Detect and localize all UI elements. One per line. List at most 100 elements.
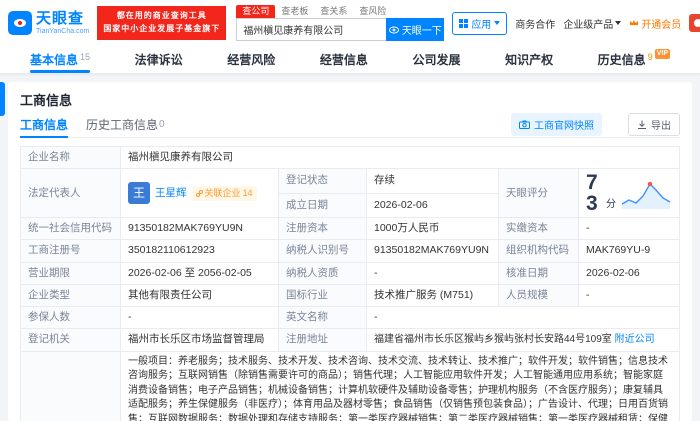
nearby-companies-link[interactable]: 附近公司 xyxy=(615,334,655,345)
link-icon xyxy=(195,189,203,197)
search-tabs: 查公司 查老板 查关系 查风险 xyxy=(236,5,444,18)
legal-rep-avatar[interactable]: 王 xyxy=(128,182,150,205)
table-row: 工商注册号 350182110612923 纳税人识别号 91350182MAK… xyxy=(20,239,680,263)
business-term-value: 2026-02-06 至 2056-02-05 xyxy=(128,266,252,279)
credit-code-label: 统一社会信用代码 xyxy=(20,217,121,241)
open-vip-link[interactable]: 开通会员 xyxy=(629,16,681,31)
company-section-nav: 基本信息 15 法律诉讼 经营风险 经营信息 公司发展 知识产权 历史信息 9 … xyxy=(0,46,700,74)
tianyancha-eye-icon xyxy=(8,11,32,35)
reg-capital-value: 1000万人民币 xyxy=(374,222,440,235)
table-row: 统一社会信用代码 91350182MAK769YU9N 注册资本 1000万人民… xyxy=(20,217,680,241)
tab-basic-info-count: 15 xyxy=(80,51,91,62)
table-row: 登记机关 福州市长乐区市场监督管理局 注册地址 福建省福州市长乐区猴屿乡猴屿张村… xyxy=(20,328,680,352)
tab-history-info[interactable]: 历史信息 9 VIP xyxy=(594,46,674,73)
business-cooperation-link[interactable]: 商务合作 xyxy=(515,16,555,31)
official-snapshot-label: 工商官网快照 xyxy=(534,121,594,132)
tab-history-business-registration-count: 0 xyxy=(159,119,165,130)
status-badge: 存续 xyxy=(374,174,395,187)
user-menu[interactable]: 香米 xyxy=(689,14,700,32)
business-scope-label: 经营范围 xyxy=(20,350,121,421)
export-label: 导出 xyxy=(651,121,671,132)
related-companies-label: 关联企业 xyxy=(204,187,241,198)
apps-button[interactable]: 应用 xyxy=(452,11,508,35)
camera-icon xyxy=(519,120,530,129)
tab-operation-info-label: 经营信息 xyxy=(319,53,368,67)
top-header: 天眼查 TianYanCha.com 都在用的商业查询工具 国家中小企业发展子基… xyxy=(0,0,700,46)
paid-capital-label: 实缴资本 xyxy=(498,217,579,241)
industry-value: 技术推广服务 (M751) xyxy=(374,288,474,301)
tianyan-score[interactable]: 73 分 xyxy=(586,172,672,214)
header-right: 应用 商务合作 企业级产品 开通会员 香米 xyxy=(452,11,700,35)
paid-capital-value: - xyxy=(586,222,590,235)
promo-banner-line1: 都在用的商业查询工具 xyxy=(116,11,207,21)
tab-history-business-registration[interactable]: 历史工商信息 0 xyxy=(86,112,165,137)
side-toolbar-handle[interactable] xyxy=(0,82,5,116)
tab-company-development[interactable]: 公司发展 xyxy=(408,46,464,73)
company-name-label: 企业名称 xyxy=(20,145,121,170)
tab-legal-proceedings[interactable]: 法律诉讼 xyxy=(131,46,187,73)
promo-banner: 都在用的商业查询工具 国家中小企业发展子基金旗下 xyxy=(97,6,227,40)
legal-rep-cell: 王 王星辉 关联企业 14 xyxy=(128,182,271,205)
tab-operation-info[interactable]: 经营信息 xyxy=(316,46,372,73)
search-tab-risk[interactable]: 查风险 xyxy=(353,5,392,18)
score-label: 天眼评分 xyxy=(498,168,579,219)
search-tab-relation[interactable]: 查关系 xyxy=(314,5,353,18)
search-tab-company[interactable]: 查公司 xyxy=(236,5,276,18)
vip-badge: VIP xyxy=(654,48,670,59)
english-name-value: - xyxy=(374,311,378,324)
english-name-label: 英文名称 xyxy=(278,306,367,330)
tab-operation-risk[interactable]: 经营风险 xyxy=(223,46,279,73)
eye-icon xyxy=(388,26,399,33)
export-button[interactable]: 导出 xyxy=(628,113,680,136)
company-name-value: 福州槇见康养有限公司 xyxy=(128,151,233,163)
enterprise-product-label: 企业级产品 xyxy=(563,19,614,31)
tab-business-registration-label: 工商信息 xyxy=(20,118,69,132)
related-companies-count: 14 xyxy=(242,187,253,198)
registry-value: 福州市长乐区市场监督管理局 xyxy=(128,333,265,346)
score-unit: 分 xyxy=(606,198,616,210)
user-avatar xyxy=(689,14,700,32)
tab-company-development-label: 公司发展 xyxy=(412,53,461,67)
industry-label: 国标行业 xyxy=(278,283,367,308)
vip-crown-icon xyxy=(630,20,639,25)
registration-table: 企业名称 福州槇见康养有限公司 法定代表人 王 王星辉 关联企业 14 登记状态… xyxy=(20,145,680,421)
legal-rep-label: 法定代表人 xyxy=(20,168,121,219)
table-row: 法定代表人 王 王星辉 关联企业 14 登记状态 存续 天眼评分 73 分 xyxy=(20,168,680,219)
open-vip-label: 开通会员 xyxy=(641,19,682,31)
business-scope-value: 一般项目：养老服务；技术服务、技术开发、技术咨询、技术交流、技术转让、技术推广；… xyxy=(128,355,668,421)
business-term-label: 营业期限 xyxy=(20,261,121,285)
established-value: 2026-02-06 xyxy=(374,198,428,211)
search-area: 查公司 查老板 查关系 查风险 天眼一下 xyxy=(236,5,445,41)
section-title: 工商信息 xyxy=(20,93,73,108)
enterprise-product-link[interactable]: 企业级产品 xyxy=(563,16,622,31)
reg-number-label: 工商注册号 xyxy=(20,239,121,263)
official-snapshot-button[interactable]: 工商官网快照 xyxy=(511,113,602,136)
status-label: 登记状态 xyxy=(278,168,367,194)
apps-button-label: 应用 xyxy=(471,19,492,31)
taxpayer-id-value: 91350182MAK769YU9N xyxy=(374,244,489,257)
org-code-label: 组织机构代码 xyxy=(498,239,579,263)
logo[interactable]: 天眼查 TianYanCha.com xyxy=(8,11,89,35)
search-button[interactable]: 天眼一下 xyxy=(386,18,445,41)
score-value: 73 xyxy=(586,171,598,216)
tab-basic-info[interactable]: 基本信息 15 xyxy=(26,46,94,73)
insured-count-value: - xyxy=(128,311,132,324)
tab-legal-proceedings-label: 法律诉讼 xyxy=(134,53,183,67)
download-icon xyxy=(638,120,646,129)
reg-capital-label: 注册资本 xyxy=(278,217,367,241)
credit-code-value: 91350182MAK769YU9N xyxy=(128,222,243,235)
legal-rep-link[interactable]: 王星辉 xyxy=(155,186,187,201)
table-row: 营业期限 2026-02-06 至 2056-02-05 纳税人资质 - 核准日… xyxy=(20,261,680,285)
search-tab-boss[interactable]: 查老板 xyxy=(275,5,314,18)
table-row: 经营范围 一般项目：养老服务；技术服务、技术开发、技术咨询、技术交流、技术转让、… xyxy=(20,350,680,421)
table-row: 企业类型 其他有限责任公司 国标行业 技术推广服务 (M751) 人员规模 - xyxy=(20,283,680,308)
promo-banner-line2: 国家中小企业发展子基金旗下 xyxy=(103,24,221,33)
search-button-label: 天眼一下 xyxy=(401,26,442,37)
approval-date-label: 核准日期 xyxy=(498,261,579,285)
related-companies-tag[interactable]: 关联企业 14 xyxy=(191,185,257,201)
taxpayer-quality-value: - xyxy=(374,266,378,279)
company-type-value: 其他有限责任公司 xyxy=(128,288,212,301)
tab-intellectual-property[interactable]: 知识产权 xyxy=(501,46,557,73)
search-input[interactable] xyxy=(236,18,387,41)
tab-business-registration[interactable]: 工商信息 xyxy=(20,112,69,138)
